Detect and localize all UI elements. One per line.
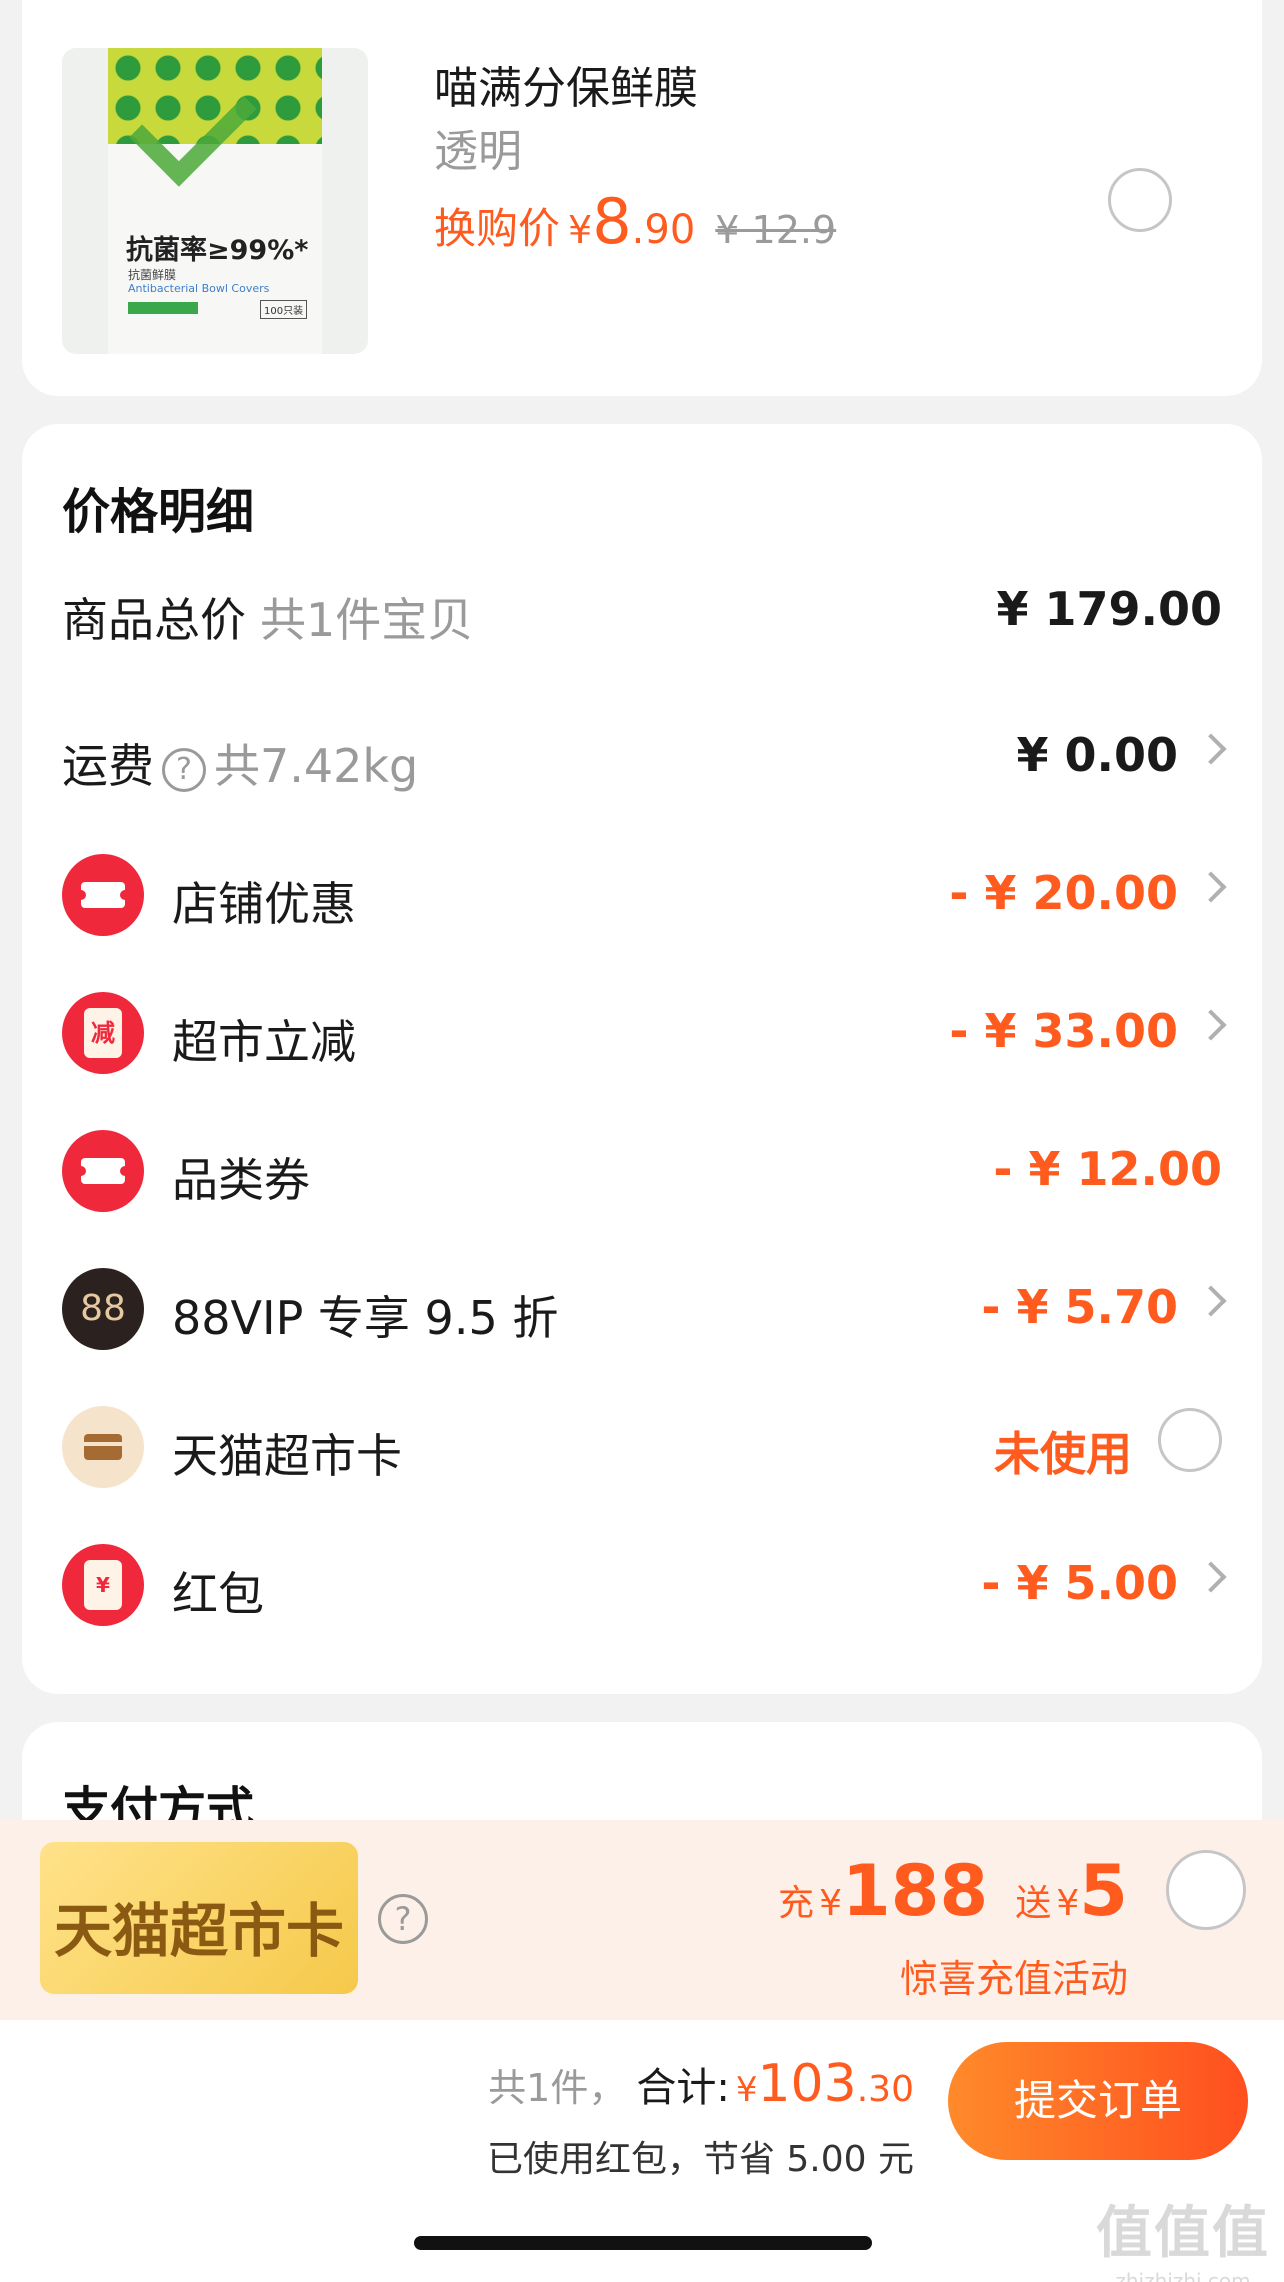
product-name[interactable]: 喵满分保鲜膜 xyxy=(434,52,698,116)
shipping-weight: 共7.42kg xyxy=(214,739,419,793)
category-coupon-label: 品类券 xyxy=(172,1153,310,1207)
package-subtitle: 抗菌鲜膜 xyxy=(128,268,177,282)
charge-amount: 188 xyxy=(842,1850,989,1932)
total-integer: 103 xyxy=(757,2054,857,2114)
price-currency: ¥ xyxy=(568,208,593,252)
recharge-promo-bar[interactable]: 天猫超市卡 ? 充 ¥188 送 ¥5 惊喜充值活动 xyxy=(0,1820,1284,2020)
recharge-radio[interactable] xyxy=(1166,1850,1246,1930)
row-goods-total: 商品总价 共1件宝贝 ¥ 179.00 xyxy=(22,558,1262,658)
store-discount-value: - ¥ 20.00 xyxy=(949,866,1178,920)
savings-text: 已使用红包，节省 5.00 元 xyxy=(486,2139,914,2180)
red-packet-icon: ¥ xyxy=(62,1544,144,1626)
row-88vip[interactable]: 88 88VIP 专享 9.5 折 - ¥ 5.70 xyxy=(22,1256,1262,1356)
charge-currency: ¥ xyxy=(819,1883,843,1924)
chevron-right-icon[interactable] xyxy=(1195,1009,1227,1041)
package-headline: 抗菌率≥99%* xyxy=(126,235,309,266)
goods-total-value: ¥ 179.00 xyxy=(996,582,1222,636)
badge-text: 天猫超市卡 xyxy=(53,1897,344,1965)
price-integer: 8 xyxy=(592,185,632,258)
product-image[interactable]: 抗菌率≥99%* 抗菌鲜膜 Antibacterial Bowl Covers … xyxy=(62,48,368,354)
tmall-card-badge: 天猫超市卡 xyxy=(40,1842,358,1994)
chevron-right-icon[interactable] xyxy=(1195,1561,1227,1593)
total-currency: ¥ xyxy=(735,2070,758,2110)
red-packet-label: 红包 xyxy=(172,1567,264,1621)
tmall-card-radio[interactable] xyxy=(1158,1408,1222,1472)
package-count: 100只装 xyxy=(260,300,308,319)
price-decimal: .90 xyxy=(631,207,696,253)
watermark-url: zhizhizhi.com xyxy=(1115,2269,1251,2282)
bonus-amount: 5 xyxy=(1079,1850,1128,1932)
row-category-coupon: 品类券 - ¥ 12.00 xyxy=(22,1118,1262,1218)
tmall-card-status: 未使用 xyxy=(994,1427,1132,1481)
supermarket-discount-label: 超市立减 xyxy=(172,1015,356,1069)
row-shipping[interactable]: 运费? 共7.42kg ¥ 0.00 xyxy=(22,704,1262,804)
row-red-packet[interactable]: ¥ 红包 - ¥ 5.00 xyxy=(22,1532,1262,1632)
chevron-right-icon[interactable] xyxy=(1195,733,1227,765)
chevron-right-icon[interactable] xyxy=(1195,1285,1227,1317)
row-store-discount[interactable]: 店铺优惠 - ¥ 20.00 xyxy=(22,842,1262,942)
watermark: 值值值 zhizhizhi.com xyxy=(1096,2188,1270,2282)
total-decimal: .30 xyxy=(856,2069,914,2110)
home-indicator[interactable] xyxy=(414,2236,872,2250)
card-icon xyxy=(62,1406,144,1488)
addon-select-radio[interactable] xyxy=(1108,168,1172,232)
price-label: 换购价 xyxy=(434,204,561,253)
row-label: 运费? 共7.42kg xyxy=(62,730,418,796)
total-label: 合计: xyxy=(636,2065,730,2111)
recharge-offer: 充 ¥188 送 ¥5 xyxy=(778,1850,1128,1932)
88vip-value: - ¥ 5.70 xyxy=(981,1280,1178,1334)
store-discount-label: 店铺优惠 xyxy=(172,877,356,931)
charge-label: 充 xyxy=(778,1883,815,1924)
submit-order-button[interactable]: 提交订单 xyxy=(948,2042,1248,2160)
red-packet-value: - ¥ 5.00 xyxy=(981,1556,1178,1610)
red-packet-icon-text: ¥ xyxy=(84,1560,122,1610)
price-detail-card: 价格明细 商品总价 共1件宝贝 ¥ 179.00 运费? 共7.42kg ¥ 0.0… xyxy=(22,424,1262,1694)
watermark-logo: 值值值 xyxy=(1096,2201,1270,2266)
shipping-value: ¥ 0.00 xyxy=(1016,728,1178,782)
order-total: 共1件， 合计: ¥103.30 xyxy=(488,2054,914,2114)
discount-icon-text: 减 xyxy=(84,1008,122,1058)
supermarket-discount-icon: 减 xyxy=(62,992,144,1074)
coupon-ticket-icon xyxy=(62,854,144,936)
88vip-label: 88VIP 专享 9.5 折 xyxy=(172,1291,559,1345)
package-green-strip xyxy=(128,302,198,314)
coupon-ticket-icon xyxy=(62,1130,144,1212)
row-tmall-card[interactable]: 天猫超市卡 未使用 xyxy=(22,1394,1262,1494)
88vip-icon: 88 xyxy=(62,1268,144,1350)
addon-price: 换购价 ¥8.90 ¥ 12.9 xyxy=(434,185,836,258)
row-label: 商品总价 共1件宝贝 xyxy=(62,584,473,650)
promo-subtitle: 惊喜充值活动 xyxy=(899,1957,1128,2001)
tmall-card-label: 天猫超市卡 xyxy=(172,1429,402,1483)
goods-count: 共1件宝贝 xyxy=(260,593,474,647)
category-coupon-value: - ¥ 12.00 xyxy=(993,1142,1222,1196)
price-detail-title: 价格明细 xyxy=(62,484,255,540)
original-price: ¥ 12.9 xyxy=(715,208,837,252)
item-count: 共1件， xyxy=(488,2066,627,2110)
shipping-label: 运费 xyxy=(62,739,154,793)
supermarket-discount-value: - ¥ 33.00 xyxy=(949,1004,1178,1058)
bonus-label: 送 xyxy=(1015,1883,1052,1924)
help-icon[interactable]: ? xyxy=(162,747,206,792)
row-supermarket-discount[interactable]: 减 超市立减 - ¥ 33.00 xyxy=(22,980,1262,1080)
addon-product-card: 抗菌率≥99%* 抗菌鲜膜 Antibacterial Bowl Covers … xyxy=(22,0,1262,396)
chevron-right-icon[interactable] xyxy=(1195,871,1227,903)
bonus-currency: ¥ xyxy=(1056,1883,1080,1924)
product-package: 抗菌率≥99%* 抗菌鲜膜 Antibacterial Bowl Covers … xyxy=(108,48,322,354)
product-spec: 透明 xyxy=(434,126,522,177)
goods-total-label: 商品总价 xyxy=(62,593,246,647)
package-english: Antibacterial Bowl Covers xyxy=(128,282,270,295)
help-icon[interactable]: ? xyxy=(378,1894,428,1944)
